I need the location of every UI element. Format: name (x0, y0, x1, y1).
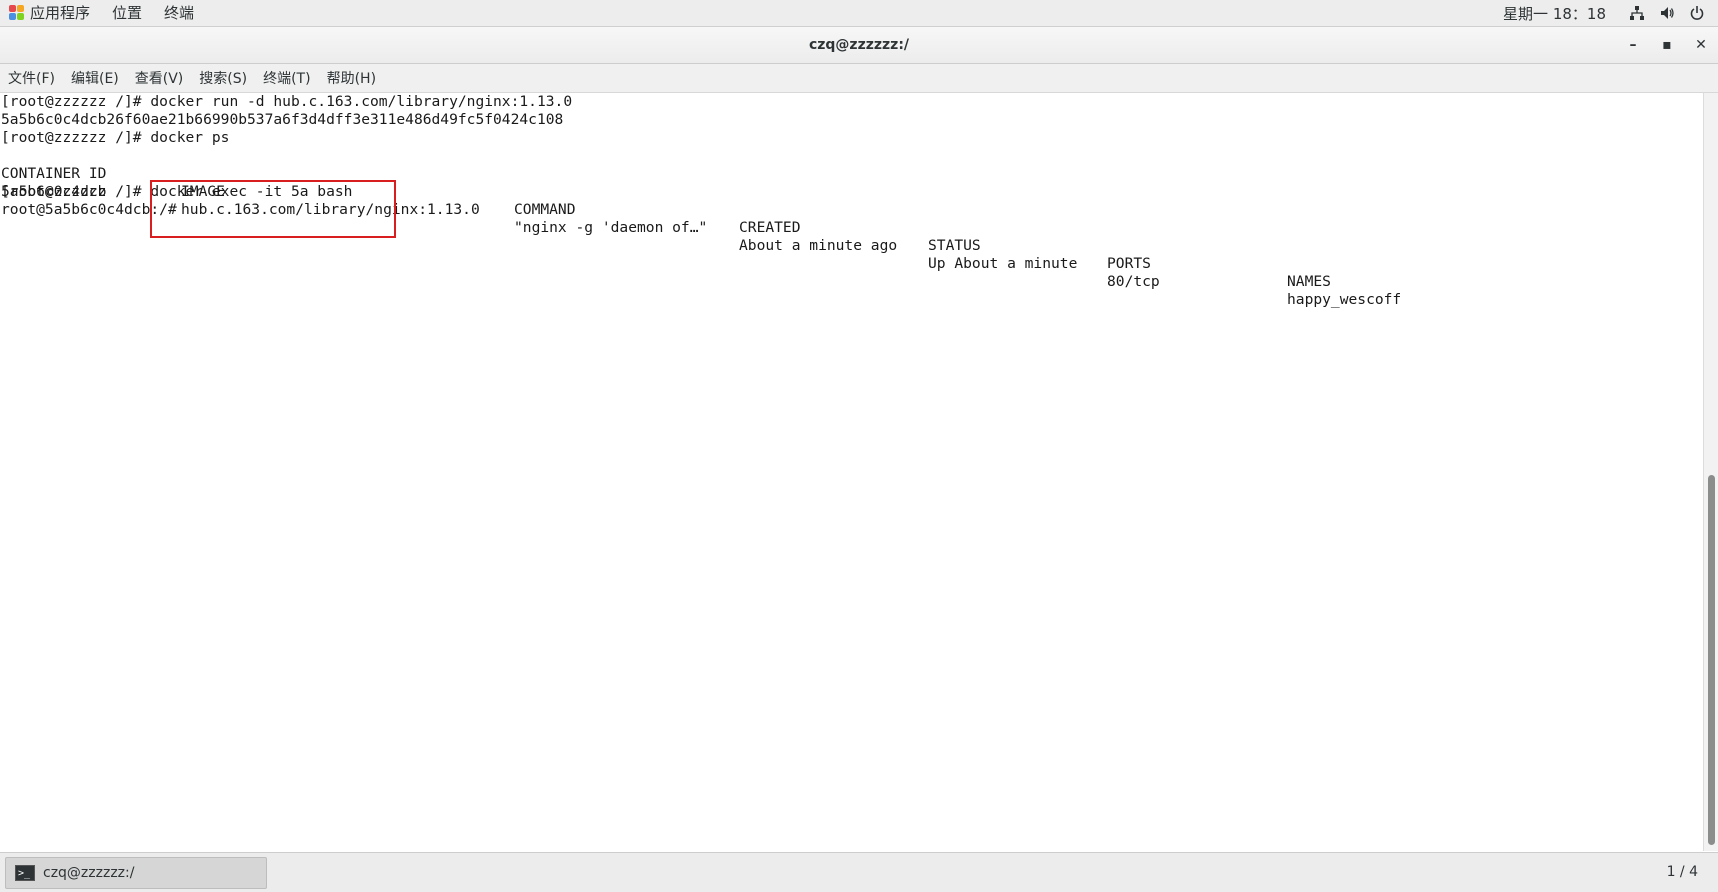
taskbar-window-button[interactable]: >_ czq@zzzzzz:/ (5, 857, 267, 889)
ps-created: About a minute ago (739, 237, 898, 254)
places-menu[interactable]: 位置 (112, 0, 142, 26)
ps-header-created: CREATED (739, 219, 801, 236)
highlight-annotation-box (150, 180, 396, 238)
window-title: czq@zzzzzz:/ (808, 37, 910, 53)
network-icon[interactable] (1628, 4, 1646, 22)
terminal-line: 5a5b6c0c4dcb26f60ae21b66990b537a6f3d4dff… (1, 111, 564, 128)
terminal-output[interactable]: [root@zzzzzz /]# docker run -d hub.c.163… (0, 93, 1704, 851)
terminal-line: [root@zzzzzz /]# docker ps (1, 129, 230, 146)
power-icon[interactable] (1688, 4, 1706, 22)
terminal-icon: >_ (15, 865, 35, 881)
volume-icon[interactable] (1658, 4, 1676, 22)
ps-header-row: CONTAINER ID IMAGE COMMAND CREATED STATU… (1, 147, 1701, 290)
shell-prompt: [root@zzzzzz /]# (1, 183, 151, 200)
ps-header-command: COMMAND (514, 201, 576, 218)
menu-search[interactable]: 搜索(S) (199, 68, 247, 88)
applications-menu[interactable]: 应用程序 (30, 0, 90, 26)
minimize-button[interactable]: – (1616, 27, 1650, 63)
menu-view[interactable]: 查看(V) (135, 68, 184, 88)
terminal-app-menu[interactable]: 终端 (164, 0, 194, 26)
menu-help[interactable]: 帮助(H) (327, 68, 376, 88)
scrollbar-thumb[interactable] (1708, 475, 1715, 845)
top-panel: 应用程序 位置 终端 星期一 18：18 (0, 0, 1718, 27)
ps-header-names: NAMES (1287, 273, 1331, 290)
ps-status: Up About a minute (928, 255, 1078, 272)
bottom-panel: >_ czq@zzzzzz:/ 1 / 4 (0, 852, 1718, 892)
window-titlebar[interactable]: czq@zzzzzz:/ – ▪ ✕ (0, 27, 1718, 64)
applications-icon[interactable] (9, 5, 25, 21)
ps-header-ports: PORTS (1107, 255, 1151, 272)
ps-names: happy_wescoff (1287, 291, 1402, 308)
menu-file[interactable]: 文件(F) (8, 68, 55, 88)
clock[interactable]: 星期一 18：18 (1503, 3, 1606, 24)
ps-ports: 80/tcp (1107, 273, 1160, 290)
menu-edit[interactable]: 编辑(E) (71, 68, 119, 88)
ps-header-status: STATUS (928, 237, 981, 254)
menu-terminal[interactable]: 终端(T) (263, 68, 310, 88)
workspace-indicator[interactable]: 1 / 4 (1667, 853, 1698, 892)
menubar: 文件(F) 编辑(E) 查看(V) 搜索(S) 终端(T) 帮助(H) (0, 64, 1718, 93)
maximize-button[interactable]: ▪ (1650, 27, 1684, 63)
terminal-scrollbar[interactable] (1703, 93, 1718, 851)
taskbar-window-label: czq@zzzzzz:/ (43, 865, 135, 881)
terminal-line: [root@zzzzzz /]# docker run -d hub.c.163… (1, 93, 573, 110)
ps-command: "nginx -g 'daemon of…" (514, 219, 708, 236)
close-button[interactable]: ✕ (1684, 27, 1718, 63)
container-prompt-user: root@5a5b6c0c4dcb (1, 201, 151, 218)
